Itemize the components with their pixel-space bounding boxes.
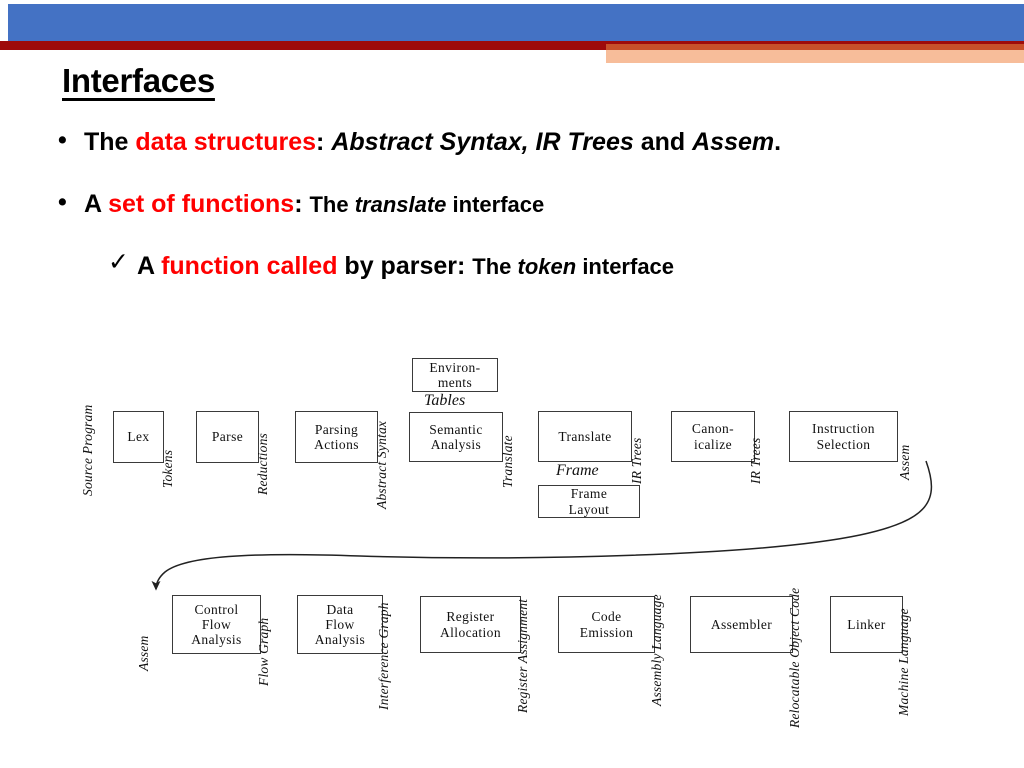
diagram-box-assembler[interactable]: Assembler [690, 596, 793, 653]
bullet-text-segment: A [137, 252, 162, 280]
diagram-box-control-flow-analysis[interactable]: Control Flow Analysis [172, 595, 261, 654]
bullet-text-segment: and [633, 128, 693, 156]
header-peach-bar [606, 50, 1024, 63]
bullet-text-segment: : [457, 252, 473, 280]
edge-label-register-assignment: Register Assignment [515, 598, 530, 713]
edge-label-interference-graph: Interference Graph [376, 602, 391, 710]
bullet-keyword-highlight: function called [161, 252, 338, 280]
bullet-emphasis-segment: Assem [692, 128, 775, 156]
diagram-box-canonicalize[interactable]: Canon- icalize [671, 411, 755, 462]
diagram-box-semantic-analysis[interactable]: Semantic Analysis [409, 412, 503, 462]
bullet-item-set-of-functions: • A set of functions: The translate inte… [0, 190, 1024, 219]
diagram-box-frame-layout[interactable]: Frame Layout [538, 485, 640, 518]
bullet-text-segment: A [84, 190, 109, 218]
edge-label-assem-bottom: Assem [136, 635, 151, 672]
bullet-text-segment: by parser [337, 252, 457, 280]
bullet-item-function-called-by-parser: ✓ A function called by parser: The token… [0, 248, 1024, 281]
flat-label-frame: Frame [556, 462, 599, 479]
diagram-box-register-allocation[interactable]: Register Allocation [420, 596, 521, 653]
bullet-text-segment: The [84, 128, 136, 156]
bullet-item-data-structures: • The data structures: Abstract Syntax, … [0, 128, 1024, 157]
diagram-box-linker[interactable]: Linker [830, 596, 903, 653]
diagram-box-instruction-selection[interactable]: Instruction Selection [789, 411, 898, 462]
bullet-text-segment: The [309, 192, 355, 217]
header-dark-red-bar [0, 41, 606, 50]
edge-label-assem-top: Assem [897, 444, 912, 481]
diagram-box-code-emission[interactable]: Code Emission [558, 596, 655, 653]
bullet-text-segment: interface [576, 254, 675, 279]
diagram-box-lex[interactable]: Lex [113, 411, 164, 463]
edge-label-translate: Translate [500, 435, 515, 488]
bullet-text-segment: interface [446, 192, 545, 217]
edge-label-ir-trees-2: IR Trees [748, 437, 763, 484]
diagram-box-environments[interactable]: Environ- ments [412, 358, 498, 392]
edge-label-machine-language: Machine Language [896, 608, 911, 716]
bullet-text-segment: . [774, 128, 782, 156]
header-blue-bar [8, 4, 1024, 41]
diagram-box-translate[interactable]: Translate [538, 411, 632, 462]
bullet-list: • The data structures: Abstract Syntax, … [0, 128, 1024, 281]
bullet-emphasis-segment: Abstract Syntax, IR Trees [331, 128, 634, 156]
diagram-box-parse[interactable]: Parse [196, 411, 259, 463]
bullet-text-segment: The [472, 254, 518, 279]
checkmark-icon: ✓ [108, 248, 129, 276]
bullet-keyword-highlight: data structures [135, 128, 317, 156]
bullet-emphasis-segment: translate [354, 192, 447, 217]
page-title: Interfaces [62, 62, 215, 99]
bullet-emphasis-segment: token [517, 254, 577, 279]
diagram-box-parsing-actions[interactable]: Parsing Actions [295, 411, 378, 463]
edge-label-flow-graph: Flow Graph [256, 617, 271, 686]
edge-label-source-program: Source Program [80, 404, 95, 496]
edge-label-reductions: Reductions [255, 433, 270, 495]
edge-label-assembly-language: Assembly Language [649, 594, 664, 706]
edge-label-ir-trees-1: IR Trees [629, 437, 644, 484]
diagram-box-data-flow-analysis[interactable]: Data Flow Analysis [297, 595, 383, 654]
slide-header-decoration [0, 0, 1024, 63]
bullet-dot-icon: • [58, 188, 67, 216]
edge-label-abstract-syntax: Abstract Syntax [374, 420, 389, 509]
bullet-dot-icon: • [58, 126, 67, 154]
edge-label-tokens: Tokens [160, 449, 175, 488]
compiler-phases-diagram: Source Program Lex Tokens Parse Reductio… [0, 0, 1024, 768]
bullet-keyword-highlight: set of functions [108, 190, 295, 218]
bullet-text-segment: : [294, 190, 310, 218]
bullet-text-segment: : [316, 128, 332, 156]
flat-label-tables: Tables [424, 392, 466, 409]
edge-label-relocatable-object-code: Relocatable Object Code [787, 587, 802, 728]
